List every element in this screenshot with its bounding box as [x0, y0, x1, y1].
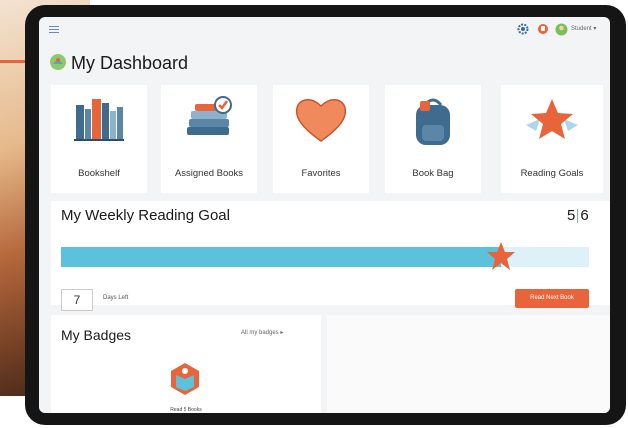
logo-icon	[50, 54, 66, 70]
top-bar: Student ▾	[39, 17, 610, 47]
tile-label: Bookshelf	[78, 168, 120, 179]
user-menu[interactable]: Student ▾	[571, 25, 596, 32]
tile-label: Book Bag	[412, 168, 454, 179]
page-title: My Dashboard	[71, 53, 189, 73]
goal-completed: 5	[567, 207, 576, 224]
dashboard-tiles: Bookshelf Assigned Books Favorites Book …	[43, 85, 610, 195]
app-screen: Student ▾ My Dashboard Bookshelf Assigne…	[39, 17, 610, 413]
weekly-goal-panel: My Weekly Reading Goal 56 7 Days Left Re…	[51, 201, 610, 311]
goal-count-separator	[577, 209, 579, 224]
tablet-frame: Student ▾ My Dashboard Bookshelf Assigne…	[25, 5, 626, 425]
tile-assigned-books[interactable]: Assigned Books	[161, 85, 257, 193]
tile-reading-goals[interactable]: Reading Goals	[501, 85, 603, 193]
tile-label: Reading Goals	[520, 168, 584, 179]
book-badge-icon	[171, 363, 199, 395]
tile-label: Favorites	[301, 168, 341, 179]
days-left-value: 7	[61, 289, 93, 311]
days-left-label: Days Left	[103, 295, 129, 301]
tile-book-bag[interactable]: Book Bag	[385, 85, 481, 193]
goal-target: 6	[580, 207, 589, 224]
goal-count: 56	[567, 207, 589, 224]
read-next-book-button[interactable]: Read Next Book	[515, 289, 589, 308]
bookshelf-icon	[74, 99, 124, 141]
badges-panel: My Badges All my badges ▸ Read 5 Books	[51, 315, 321, 413]
assigned-books-icon	[187, 96, 232, 135]
gear-icon[interactable]	[517, 23, 529, 35]
badge-label: Read 5 Books	[170, 407, 202, 413]
tile-favorites[interactable]: Favorites	[273, 85, 369, 193]
heart-icon	[295, 99, 347, 142]
tile-bookshelf[interactable]: Bookshelf	[51, 85, 147, 193]
progress-star-icon	[486, 242, 515, 270]
goal-title: My Weekly Reading Goal	[61, 207, 230, 224]
menu-icon[interactable]	[49, 26, 59, 34]
avatar	[555, 23, 568, 36]
tile-label: Assigned Books	[174, 168, 244, 179]
right-panel	[327, 315, 610, 413]
all-badges-link[interactable]: All my badges ▸	[241, 329, 283, 336]
notification-icon[interactable]	[537, 23, 549, 35]
goal-progress-bar	[61, 242, 589, 270]
backpack-icon	[416, 98, 450, 145]
star-icon	[526, 99, 578, 139]
badges-title: My Badges	[61, 327, 132, 343]
goal-progress-fill	[61, 247, 501, 267]
